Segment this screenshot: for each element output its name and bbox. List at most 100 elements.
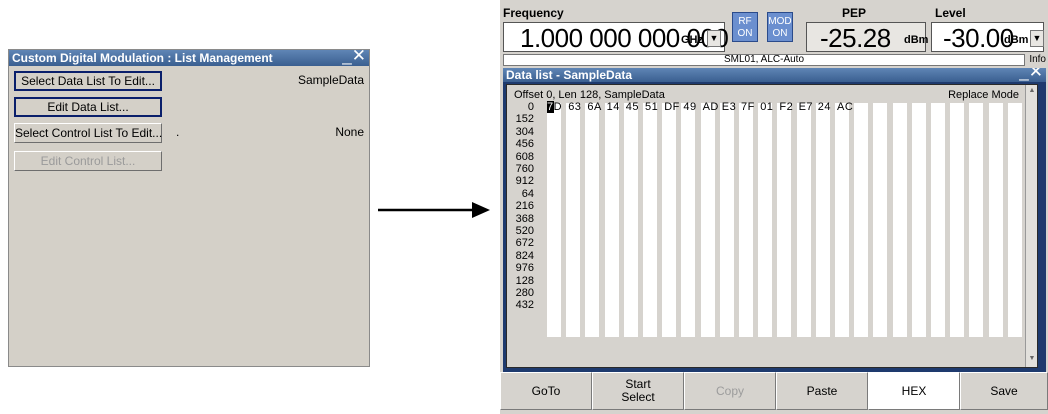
offset-label: 368: [515, 212, 534, 225]
mod-on-button[interactable]: MOD ON: [767, 12, 793, 42]
hex-column[interactable]: [911, 103, 926, 337]
hex-column[interactable]: [700, 103, 715, 337]
hex-column[interactable]: [873, 103, 888, 337]
frequency-unit-dropdown-icon[interactable]: ▼: [707, 30, 721, 47]
offset-label: 280: [515, 287, 534, 299]
offset-label: 64: [521, 187, 534, 200]
hex-column[interactable]: [681, 103, 696, 337]
offset-label: 128: [515, 274, 534, 287]
level-unit: dBm: [1004, 34, 1029, 46]
edit-data-list-button[interactable]: Edit Data List...: [14, 97, 162, 117]
offset-label: 672: [515, 237, 534, 250]
hex-cell[interactable]: 63: [568, 101, 581, 113]
level-unit-dropdown-icon[interactable]: ▼: [1030, 30, 1044, 47]
pep-label: PEP: [842, 6, 867, 20]
scroll-up-icon[interactable]: ▲: [1027, 87, 1037, 97]
offset-label: 976: [515, 262, 534, 275]
start-select-label: Start Select: [621, 377, 655, 404]
hex-column[interactable]: [969, 103, 984, 337]
offset-label: 608: [515, 150, 534, 163]
hex-column[interactable]: [854, 103, 869, 337]
hex-cell[interactable]: AD: [703, 101, 719, 113]
hex-cell[interactable]: 14: [607, 101, 620, 113]
start-select-button[interactable]: Start Select: [592, 372, 684, 410]
hex-column[interactable]: [739, 103, 753, 337]
hex-cell[interactable]: DF: [664, 101, 680, 113]
rf-on-button[interactable]: RF ON: [732, 12, 758, 42]
info-button[interactable]: Info: [1029, 54, 1046, 65]
scroll-down-icon[interactable]: ▼: [1027, 355, 1037, 365]
hex-cell[interactable]: E7: [799, 101, 813, 113]
offset-label: 824: [515, 249, 534, 262]
status-bar: SML01, ALC-Auto: [503, 54, 1025, 66]
hex-column[interactable]: [950, 103, 965, 337]
hex-cell[interactable]: 45: [626, 101, 639, 113]
hex-column[interactable]: [796, 103, 811, 337]
edit-control-list-button[interactable]: Edit Control List...: [14, 151, 162, 171]
hex-cell[interactable]: 6A: [587, 101, 601, 113]
offset-label: 432: [515, 299, 534, 312]
offset-label: 520: [515, 225, 534, 237]
data-list-header: Offset 0, Len 128, SampleData: [514, 89, 665, 101]
hex-column[interactable]: [892, 103, 907, 337]
hex-column[interactable]: [777, 103, 792, 337]
data-list-title: Data list - SampleData: [506, 68, 633, 82]
pep-value: -25.28: [820, 23, 891, 53]
hex-cell[interactable]: AC: [837, 101, 853, 113]
hex-cell-rest: D: [553, 101, 563, 113]
hex-column[interactable]: [1007, 103, 1022, 337]
control-list-dot: .: [176, 125, 180, 139]
offset-label: 152: [515, 113, 534, 126]
hex-column[interactable]: [835, 103, 849, 337]
hex-cell[interactable]: 01: [760, 101, 773, 113]
hex-column[interactable]: [547, 103, 561, 337]
select-data-list-button[interactable]: Select Data List To Edit...: [14, 71, 162, 91]
hex-column[interactable]: [566, 103, 581, 337]
hex-cell-cursor[interactable]: 7D: [547, 101, 562, 113]
hex-column[interactable]: [758, 103, 773, 337]
paste-button[interactable]: Paste: [776, 372, 868, 410]
arrow-right-icon: [378, 202, 490, 218]
hex-column[interactable]: [662, 103, 677, 337]
selected-data-list-value: SampleData: [297, 73, 364, 87]
frequency-unit: GHz: [681, 34, 703, 46]
hex-column[interactable]: [988, 103, 1003, 337]
dialog-titlebar: Custom Digital Modulation : List Managem…: [9, 50, 369, 66]
data-list-editor[interactable]: Offset 0, Len 128, SampleData Replace Mo…: [506, 84, 1038, 368]
goto-button[interactable]: GoTo: [500, 372, 592, 410]
hex-cell[interactable]: 51: [645, 101, 658, 113]
instrument-screen: Frequency 1.000 000 000 000 GHz ▼ RF ON M…: [500, 0, 1048, 414]
close-icon[interactable]: _✕: [342, 50, 366, 64]
hex-cell[interactable]: E3: [722, 101, 736, 113]
offset-label: 0: [527, 101, 534, 113]
close-icon[interactable]: _✕: [1019, 68, 1043, 80]
scrollbar[interactable]: ▲ ▼: [1025, 85, 1037, 367]
level-label: Level: [935, 6, 966, 20]
hex-column[interactable]: [585, 103, 600, 337]
select-control-list-button[interactable]: Select Control List To Edit...: [14, 123, 162, 143]
selected-control-list-value: None: [335, 125, 364, 139]
data-list-window: Data list - SampleData _✕ Offset 0, Len …: [503, 68, 1046, 372]
offset-label: 760: [515, 163, 534, 175]
dialog-title: Custom Digital Modulation : List Managem…: [12, 51, 273, 65]
hex-button[interactable]: HEX: [868, 372, 960, 410]
hex-cell[interactable]: 49: [683, 101, 696, 113]
hex-cell[interactable]: 24: [818, 101, 831, 113]
hex-column[interactable]: [643, 103, 657, 337]
hex-column[interactable]: [815, 103, 830, 337]
offset-label: 304: [515, 125, 534, 138]
hex-cell[interactable]: 7F: [741, 101, 755, 113]
softkey-bar: GoTo Start Select Copy Paste HEX Save: [500, 372, 1048, 414]
save-button[interactable]: Save: [960, 372, 1048, 410]
hex-column[interactable]: [623, 103, 638, 337]
offset-label: 216: [515, 200, 534, 213]
copy-button[interactable]: Copy: [684, 372, 776, 410]
hex-column[interactable]: [604, 103, 619, 337]
hex-cell[interactable]: F2: [779, 101, 793, 113]
data-list-titlebar: Data list - SampleData _✕: [503, 68, 1046, 82]
offset-label: 912: [515, 175, 534, 188]
text-cursor: 7: [547, 101, 554, 113]
offset-label: 456: [515, 138, 534, 151]
hex-column[interactable]: [719, 103, 734, 337]
hex-column[interactable]: [931, 103, 945, 337]
